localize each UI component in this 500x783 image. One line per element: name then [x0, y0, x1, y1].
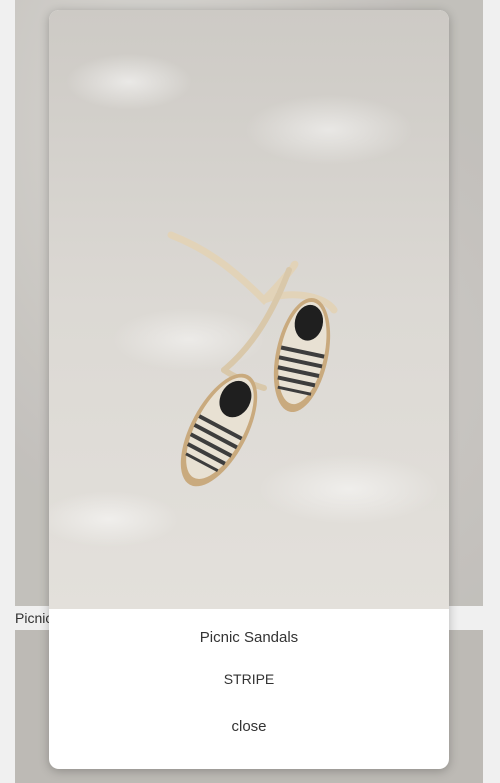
- sandals-illustration: [167, 231, 338, 487]
- product-modal: Picnic Sandals STRIPE close: [49, 10, 449, 769]
- product-variant: STRIPE: [223, 671, 275, 687]
- product-info: Picnic Sandals STRIPE close: [49, 609, 449, 736]
- close-button[interactable]: close: [231, 718, 266, 736]
- page: Picnic Sandals: [0, 0, 500, 783]
- product-title: Picnic Sandals: [199, 629, 299, 646]
- product-image: [49, 10, 449, 609]
